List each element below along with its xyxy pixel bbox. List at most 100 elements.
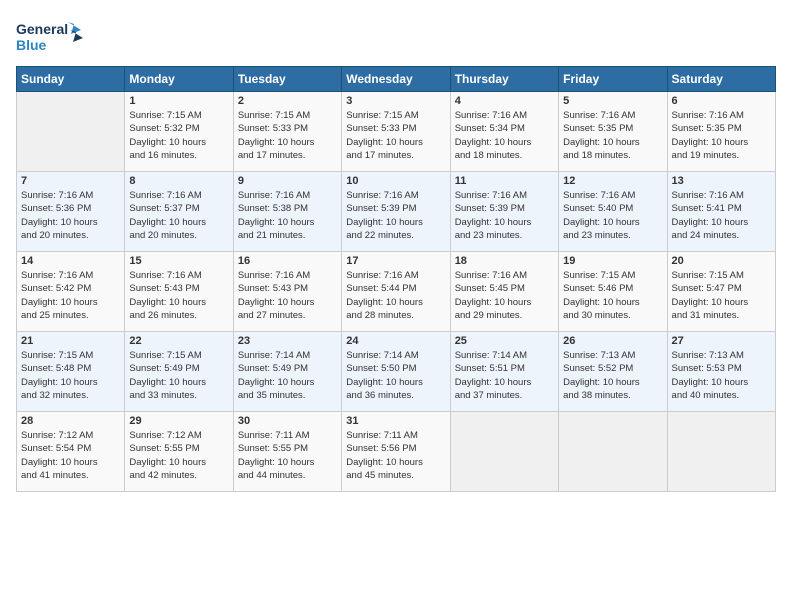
weekday-header: Friday <box>559 67 667 92</box>
day-info: Sunrise: 7:14 AM Sunset: 5:51 PM Dayligh… <box>455 349 554 402</box>
calendar-cell <box>559 412 667 492</box>
calendar-cell: 20 Sunrise: 7:15 AM Sunset: 5:47 PM Dayli… <box>667 252 775 332</box>
day-info: Sunrise: 7:16 AM Sunset: 5:41 PM Dayligh… <box>672 189 771 242</box>
day-info: Sunrise: 7:16 AM Sunset: 5:38 PM Dayligh… <box>238 189 337 242</box>
calendar-cell: 25 Sunrise: 7:14 AM Sunset: 5:51 PM Dayli… <box>450 332 558 412</box>
day-number: 20 <box>672 255 771 267</box>
calendar-cell <box>17 92 125 172</box>
header: GeneralBlue <box>16 16 776 56</box>
day-info: Sunrise: 7:15 AM Sunset: 5:32 PM Dayligh… <box>129 109 228 162</box>
day-info: Sunrise: 7:12 AM Sunset: 5:54 PM Dayligh… <box>21 429 120 482</box>
day-number: 25 <box>455 335 554 347</box>
day-info: Sunrise: 7:15 AM Sunset: 5:47 PM Dayligh… <box>672 269 771 322</box>
day-number: 8 <box>129 175 228 187</box>
day-info: Sunrise: 7:16 AM Sunset: 5:44 PM Dayligh… <box>346 269 445 322</box>
calendar-cell: 24 Sunrise: 7:14 AM Sunset: 5:50 PM Dayli… <box>342 332 450 412</box>
calendar-cell: 13 Sunrise: 7:16 AM Sunset: 5:41 PM Dayli… <box>667 172 775 252</box>
calendar-cell: 15Sunrise: 7:16 AM Sunset: 5:43 PM Dayli… <box>125 252 233 332</box>
calendar-cell: 28 Sunrise: 7:12 AM Sunset: 5:54 PM Dayli… <box>17 412 125 492</box>
day-number: 26 <box>563 335 662 347</box>
calendar-week-row: 1 Sunrise: 7:15 AM Sunset: 5:32 PM Daylig… <box>17 92 776 172</box>
calendar-cell: 26Sunrise: 7:13 AM Sunset: 5:52 PM Dayli… <box>559 332 667 412</box>
calendar-cell: 7 Sunrise: 7:16 AM Sunset: 5:36 PM Daylig… <box>17 172 125 252</box>
svg-text:Blue: Blue <box>16 37 47 53</box>
day-info: Sunrise: 7:16 AM Sunset: 5:34 PM Dayligh… <box>455 109 554 162</box>
day-info: Sunrise: 7:15 AM Sunset: 5:49 PM Dayligh… <box>129 349 228 402</box>
day-number: 22 <box>129 335 228 347</box>
calendar-week-row: 21 Sunrise: 7:15 AM Sunset: 5:48 PM Dayli… <box>17 332 776 412</box>
day-number: 10 <box>346 175 445 187</box>
day-number: 23 <box>238 335 337 347</box>
calendar-cell: 10Sunrise: 7:16 AM Sunset: 5:39 PM Dayli… <box>342 172 450 252</box>
day-number: 28 <box>21 415 120 427</box>
day-info: Sunrise: 7:16 AM Sunset: 5:42 PM Dayligh… <box>21 269 120 322</box>
calendar-week-row: 7 Sunrise: 7:16 AM Sunset: 5:36 PM Daylig… <box>17 172 776 252</box>
day-info: Sunrise: 7:11 AM Sunset: 5:56 PM Dayligh… <box>346 429 445 482</box>
day-number: 31 <box>346 415 445 427</box>
day-info: Sunrise: 7:15 AM Sunset: 5:46 PM Dayligh… <box>563 269 662 322</box>
day-info: Sunrise: 7:16 AM Sunset: 5:40 PM Dayligh… <box>563 189 662 242</box>
day-number: 11 <box>455 175 554 187</box>
day-number: 24 <box>346 335 445 347</box>
calendar-cell: 4Sunrise: 7:16 AM Sunset: 5:34 PM Daylig… <box>450 92 558 172</box>
calendar-cell: 3 Sunrise: 7:15 AM Sunset: 5:33 PM Daylig… <box>342 92 450 172</box>
day-number: 18 <box>455 255 554 267</box>
day-info: Sunrise: 7:16 AM Sunset: 5:37 PM Dayligh… <box>129 189 228 242</box>
weekday-header: Tuesday <box>233 67 341 92</box>
calendar-cell: 16 Sunrise: 7:16 AM Sunset: 5:43 PM Dayli… <box>233 252 341 332</box>
calendar-cell: 17 Sunrise: 7:16 AM Sunset: 5:44 PM Dayli… <box>342 252 450 332</box>
day-number: 2 <box>238 95 337 107</box>
day-number: 13 <box>672 175 771 187</box>
weekday-header-row: SundayMondayTuesdayWednesdayThursdayFrid… <box>17 67 776 92</box>
day-number: 1 <box>129 95 228 107</box>
calendar-cell: 18 Sunrise: 7:16 AM Sunset: 5:45 PM Dayli… <box>450 252 558 332</box>
day-info: Sunrise: 7:12 AM Sunset: 5:55 PM Dayligh… <box>129 429 228 482</box>
calendar-cell: 5Sunrise: 7:16 AM Sunset: 5:35 PM Daylig… <box>559 92 667 172</box>
day-number: 6 <box>672 95 771 107</box>
calendar-cell: 14 Sunrise: 7:16 AM Sunset: 5:42 PM Dayli… <box>17 252 125 332</box>
day-number: 7 <box>21 175 120 187</box>
weekday-header: Saturday <box>667 67 775 92</box>
day-info: Sunrise: 7:15 AM Sunset: 5:33 PM Dayligh… <box>346 109 445 162</box>
calendar-cell <box>667 412 775 492</box>
day-number: 16 <box>238 255 337 267</box>
calendar-cell: 27 Sunrise: 7:13 AM Sunset: 5:53 PM Dayli… <box>667 332 775 412</box>
calendar-cell: 9 Sunrise: 7:16 AM Sunset: 5:38 PM Daylig… <box>233 172 341 252</box>
weekday-header: Sunday <box>17 67 125 92</box>
day-info: Sunrise: 7:16 AM Sunset: 5:43 PM Dayligh… <box>238 269 337 322</box>
calendar-cell: 11 Sunrise: 7:16 AM Sunset: 5:39 PM Dayli… <box>450 172 558 252</box>
day-number: 21 <box>21 335 120 347</box>
day-number: 14 <box>21 255 120 267</box>
day-info: Sunrise: 7:16 AM Sunset: 5:45 PM Dayligh… <box>455 269 554 322</box>
calendar-cell: 22 Sunrise: 7:15 AM Sunset: 5:49 PM Dayli… <box>125 332 233 412</box>
calendar-cell: 1 Sunrise: 7:15 AM Sunset: 5:32 PM Daylig… <box>125 92 233 172</box>
calendar-table: SundayMondayTuesdayWednesdayThursdayFrid… <box>16 66 776 492</box>
calendar-cell: 8 Sunrise: 7:16 AM Sunset: 5:37 PM Daylig… <box>125 172 233 252</box>
day-number: 27 <box>672 335 771 347</box>
day-info: Sunrise: 7:15 AM Sunset: 5:33 PM Dayligh… <box>238 109 337 162</box>
calendar-cell: 23Sunrise: 7:14 AM Sunset: 5:49 PM Dayli… <box>233 332 341 412</box>
day-number: 17 <box>346 255 445 267</box>
calendar-cell: 6Sunrise: 7:16 AM Sunset: 5:35 PM Daylig… <box>667 92 775 172</box>
calendar-cell: 21 Sunrise: 7:15 AM Sunset: 5:48 PM Dayli… <box>17 332 125 412</box>
calendar-week-row: 14 Sunrise: 7:16 AM Sunset: 5:42 PM Dayli… <box>17 252 776 332</box>
day-number: 30 <box>238 415 337 427</box>
day-number: 29 <box>129 415 228 427</box>
day-info: Sunrise: 7:16 AM Sunset: 5:36 PM Dayligh… <box>21 189 120 242</box>
day-info: Sunrise: 7:16 AM Sunset: 5:43 PM Dayligh… <box>129 269 228 322</box>
day-info: Sunrise: 7:14 AM Sunset: 5:50 PM Dayligh… <box>346 349 445 402</box>
day-info: Sunrise: 7:13 AM Sunset: 5:53 PM Dayligh… <box>672 349 771 402</box>
weekday-header: Monday <box>125 67 233 92</box>
day-info: Sunrise: 7:16 AM Sunset: 5:39 PM Dayligh… <box>455 189 554 242</box>
calendar-cell <box>450 412 558 492</box>
day-number: 3 <box>346 95 445 107</box>
weekday-header: Wednesday <box>342 67 450 92</box>
calendar-cell: 12 Sunrise: 7:16 AM Sunset: 5:40 PM Dayli… <box>559 172 667 252</box>
day-info: Sunrise: 7:11 AM Sunset: 5:55 PM Dayligh… <box>238 429 337 482</box>
day-number: 12 <box>563 175 662 187</box>
calendar-cell: 29 Sunrise: 7:12 AM Sunset: 5:55 PM Dayli… <box>125 412 233 492</box>
day-number: 9 <box>238 175 337 187</box>
day-info: Sunrise: 7:15 AM Sunset: 5:48 PM Dayligh… <box>21 349 120 402</box>
logo-svg: GeneralBlue <box>16 16 86 56</box>
day-number: 5 <box>563 95 662 107</box>
